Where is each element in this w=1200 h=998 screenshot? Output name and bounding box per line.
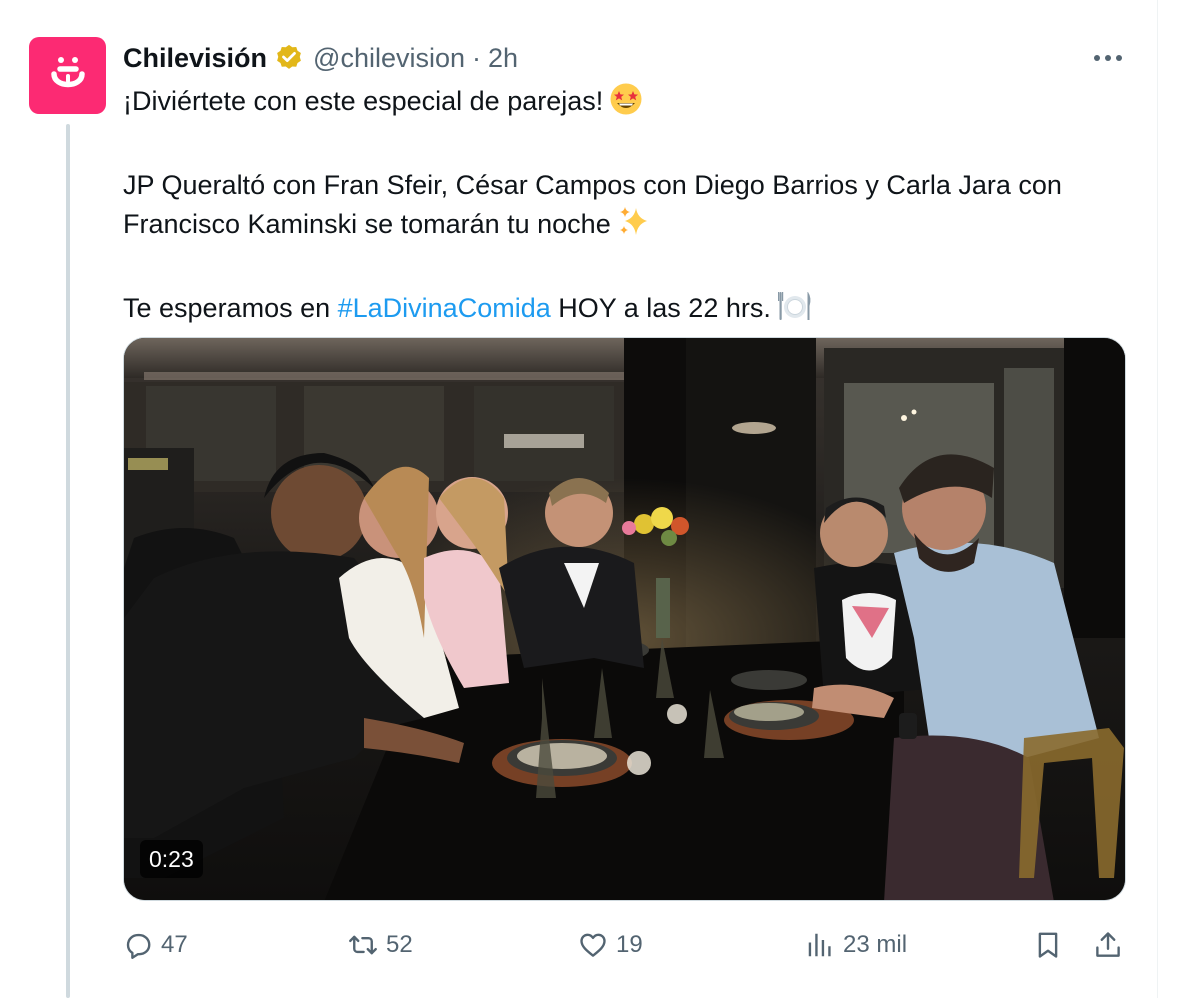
tweet-text-intro: ¡Diviértete con este especial de parejas… [123, 86, 604, 116]
more-options-button[interactable] [1088, 40, 1128, 76]
tweet-timestamp[interactable]: 2h [488, 43, 518, 74]
reply-count: 47 [161, 931, 188, 958]
tweet-text: ¡Diviértete con este especial de parejas… [123, 82, 1133, 334]
tweet-text-couples: JP Queraltó con Fran Sfeir, César Campos… [123, 170, 1062, 239]
share-icon [1093, 930, 1123, 960]
analytics-icon [805, 930, 835, 960]
more-horizontal-icon [1093, 49, 1123, 67]
verified-gold-badge-icon[interactable] [274, 43, 304, 73]
like-button[interactable]: 19 [578, 922, 643, 968]
tweet-text-line1: ¡Diviértete con este especial de parejas… [123, 82, 1133, 127]
thread-connector-line [66, 124, 70, 998]
bookmark-button[interactable] [1033, 922, 1071, 968]
sparkles-emoji [617, 205, 651, 250]
column-divider [1157, 0, 1158, 998]
chilevision-logo-icon [46, 48, 90, 103]
reply-icon [123, 930, 153, 960]
tweet-action-bar: 47 52 19 23 mil [123, 922, 1133, 968]
views-button[interactable]: 23 mil [805, 922, 907, 968]
repost-count: 52 [386, 931, 413, 958]
share-button[interactable] [1093, 922, 1131, 968]
avatar[interactable] [29, 37, 106, 114]
fork-knife-plate-emoji [777, 289, 813, 334]
header-separator: · [472, 42, 481, 73]
hashtag-link[interactable]: #LaDivinaComida [338, 293, 551, 323]
views-count: 23 mil [843, 931, 908, 958]
bookmark-icon [1033, 930, 1063, 960]
tweet-text-paragraph3: Te esperamos en #LaDivinaComida HOY a la… [123, 289, 1133, 334]
author-handle[interactable]: @chilevision [313, 43, 465, 74]
author-display-name[interactable]: Chilevisión [123, 43, 267, 74]
repost-icon [348, 930, 378, 960]
video-player[interactable]: 0:23 [123, 337, 1126, 901]
tweet-page: Chilevisión @chilevision · 2h ¡Diviértet… [0, 0, 1200, 998]
video-duration-badge: 0:23 [140, 840, 203, 878]
reply-button[interactable]: 47 [123, 922, 188, 968]
star-struck-emoji [609, 82, 643, 127]
tweet-header: Chilevisión @chilevision · 2h [123, 38, 518, 78]
tweet-text-invite: Te esperamos en [123, 293, 338, 323]
tweet-text-schedule: HOY a las 22 hrs. [550, 293, 771, 323]
like-count: 19 [616, 931, 643, 958]
repost-button[interactable]: 52 [348, 922, 413, 968]
tweet-text-paragraph2: JP Queraltó con Fran Sfeir, César Campos… [123, 166, 1133, 250]
video-thumbnail [124, 338, 1125, 900]
heart-icon [578, 930, 608, 960]
